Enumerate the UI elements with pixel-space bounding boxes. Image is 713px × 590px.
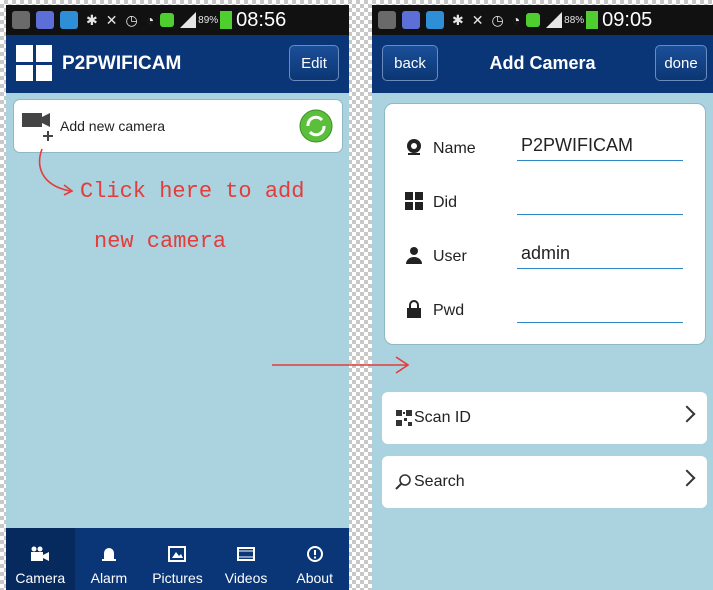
camera-icon: [31, 546, 50, 561]
picture-icon: [168, 546, 187, 562]
bottom-tab-bar: Camera Alarm Pictures Videos About: [6, 528, 349, 590]
name-field[interactable]: [517, 130, 683, 161]
annotation-arrow: [272, 356, 410, 374]
sim-icon: [526, 13, 541, 27]
signal-icon: [546, 12, 563, 28]
app-logo-icon: [16, 45, 52, 81]
alarm-clock-icon: ◷: [125, 11, 138, 28]
battery-icon: [586, 11, 599, 29]
notification-icon: [36, 11, 54, 29]
chevron-right-icon: [678, 405, 696, 423]
user-row: User: [405, 238, 683, 278]
mute-icon: ✕: [105, 11, 118, 28]
password-field[interactable]: [517, 292, 683, 323]
alarm-clock-icon: ◷: [491, 11, 504, 28]
tab-about[interactable]: About: [280, 528, 349, 590]
battery-percent: 88%: [564, 14, 585, 26]
annotation-text-line2: new camera: [94, 229, 227, 254]
name-label: Name: [433, 140, 476, 157]
search-label: Search: [414, 473, 465, 490]
tab-videos[interactable]: Videos: [212, 528, 281, 590]
search-icon: [395, 474, 411, 490]
notification-icon: [60, 11, 78, 29]
status-time: 09:05: [602, 8, 653, 31]
tab-label: Camera: [15, 570, 66, 586]
info-icon: [306, 546, 323, 562]
qr-code-icon: [396, 410, 412, 426]
lock-icon: [407, 300, 421, 318]
add-camera-label: Add new camera: [60, 118, 166, 134]
battery-percent: 89%: [198, 14, 219, 26]
tab-label: Alarm: [90, 570, 128, 586]
bluetooth-icon: ✱: [86, 11, 98, 28]
pwd-label: Pwd: [433, 302, 465, 319]
page-title: P2PWIFICAM: [62, 53, 182, 74]
did-label: Did: [433, 194, 458, 211]
battery-icon: [220, 11, 233, 29]
bluetooth-icon: ✱: [452, 11, 464, 28]
tab-label: About: [296, 570, 333, 586]
search-button[interactable]: Search: [382, 456, 707, 508]
user-label: User: [433, 248, 467, 265]
status-bar: ✱ ✕ ◷ ◔ 89% 08:56: [6, 5, 349, 35]
add-camera-button[interactable]: Add new camera: [13, 99, 343, 153]
wifi-icon: ◔: [145, 12, 155, 28]
camera-form: Name Did User Pwd: [384, 103, 706, 345]
app-icon: [378, 11, 396, 29]
done-button[interactable]: done: [655, 45, 707, 81]
mute-icon: ✕: [471, 11, 484, 28]
annotation-text-line1: Click here to add: [80, 179, 305, 204]
edit-button[interactable]: Edit: [289, 45, 339, 81]
signal-icon: [180, 12, 197, 28]
chevron-right-icon: [678, 469, 696, 487]
tab-pictures[interactable]: Pictures: [143, 528, 212, 590]
add-camera-screen: ✱ ✕ ◷ ◔ 88% 09:05 back Add Camera done N…: [372, 5, 713, 590]
camera-add-icon: [22, 113, 53, 141]
did-field[interactable]: [517, 184, 683, 215]
scan-id-button[interactable]: Scan ID: [382, 392, 707, 444]
tab-label: Pictures: [152, 570, 203, 586]
bell-icon: [101, 548, 116, 561]
tab-alarm[interactable]: Alarm: [75, 528, 144, 590]
notification-icon: [402, 11, 420, 29]
pwd-row: Pwd: [405, 292, 683, 332]
scan-id-label: Scan ID: [414, 409, 471, 426]
did-row: Did: [405, 184, 683, 224]
film-icon: [237, 547, 256, 561]
top-bar: back Add Camera done: [372, 35, 713, 93]
user-icon: [406, 247, 422, 264]
camera-list-screen: ✱ ✕ ◷ ◔ 89% 08:56 P2PWIFICAM Edit Add ne…: [6, 5, 349, 590]
status-time: 08:56: [236, 8, 287, 31]
tab-label: Videos: [224, 570, 268, 586]
notification-icon: [426, 11, 444, 29]
top-bar: P2PWIFICAM Edit: [6, 35, 349, 93]
refresh-icon[interactable]: [298, 108, 334, 144]
webcam-icon: [407, 139, 421, 155]
status-bar: ✱ ✕ ◷ ◔ 88% 09:05: [372, 5, 713, 35]
sim-icon: [160, 13, 175, 27]
name-row: Name: [405, 130, 683, 170]
grid-icon: [405, 192, 423, 210]
wifi-icon: ◔: [511, 12, 521, 28]
user-field[interactable]: [517, 238, 683, 269]
tab-camera[interactable]: Camera: [6, 528, 75, 590]
app-icon: [12, 11, 30, 29]
